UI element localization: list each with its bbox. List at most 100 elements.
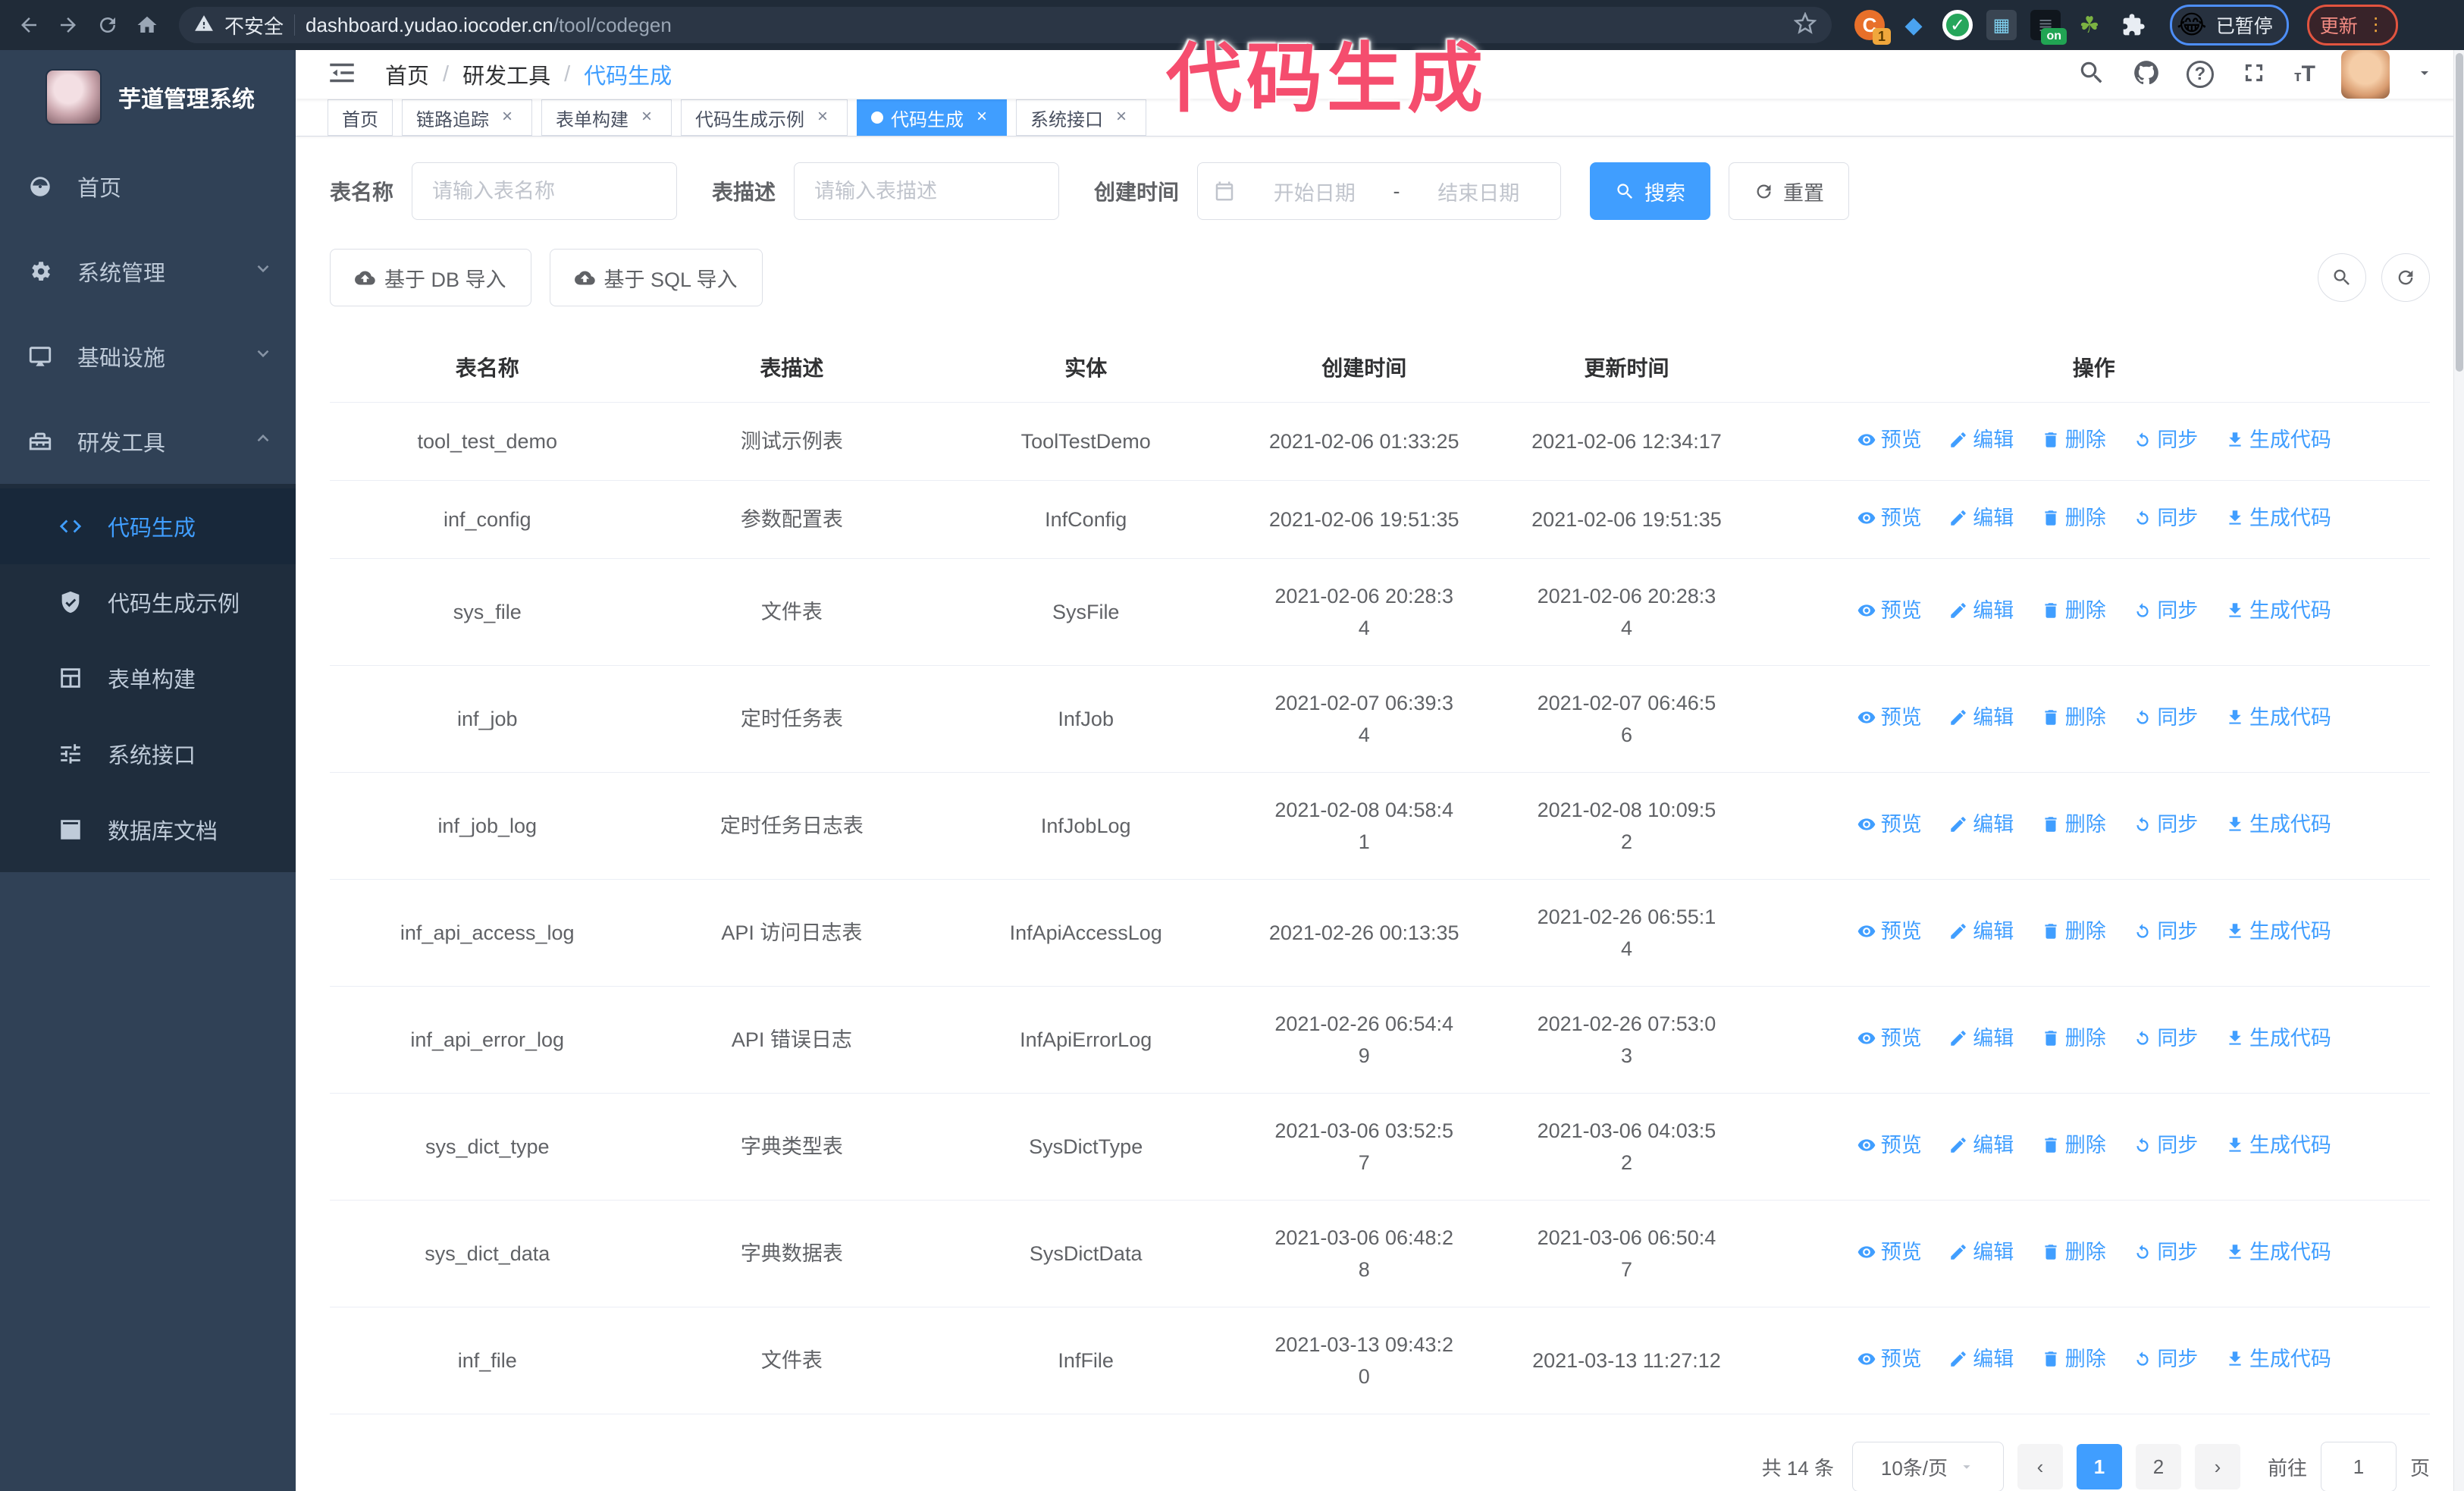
edit-link[interactable]: 编辑 (1948, 595, 2014, 626)
address-bar[interactable]: 不安全 dashboard.yudao.iocoder.cn/tool/code… (179, 7, 1832, 43)
tab-codegen[interactable]: 代码生成 × (857, 99, 1007, 136)
sidebar-item-form-builder[interactable]: 表单构建 (0, 640, 296, 716)
sidebar-item-db-doc[interactable]: 数据库文档 (0, 792, 296, 868)
delete-link[interactable]: 删除 (2041, 702, 2106, 733)
delete-link[interactable]: 删除 (2041, 915, 2106, 947)
preview-link[interactable]: 预览 (1857, 1236, 1922, 1268)
preview-link[interactable]: 预览 (1857, 1022, 1922, 1054)
delete-link[interactable]: 删除 (2041, 1129, 2106, 1161)
sync-link[interactable]: 同步 (2133, 915, 2198, 947)
sync-link[interactable]: 同步 (2133, 1129, 2198, 1161)
browser-profile-chip[interactable]: 😂 已暂停 (2170, 5, 2289, 46)
sidebar-item-system[interactable]: 系统管理 (0, 229, 296, 314)
scrollbar-thumb[interactable] (2456, 53, 2463, 372)
edit-link[interactable]: 编辑 (1948, 1343, 2014, 1375)
close-icon[interactable]: × (636, 107, 657, 128)
delete-link[interactable]: 删除 (2041, 1022, 2106, 1054)
generate-code-link[interactable]: 生成代码 (2225, 1236, 2331, 1268)
tab-codegen-example[interactable]: 代码生成示例 × (681, 99, 848, 136)
sidebar-item-infra[interactable]: 基础设施 (0, 314, 296, 399)
edit-link[interactable]: 编辑 (1948, 502, 2014, 534)
preview-link[interactable]: 预览 (1857, 808, 1922, 840)
close-icon[interactable]: × (1111, 107, 1132, 128)
sync-link[interactable]: 同步 (2133, 1236, 2198, 1268)
date-range-picker[interactable]: 开始日期 - 结束日期 (1197, 162, 1562, 220)
sidebar-item-codegen[interactable]: 代码生成 (0, 488, 296, 564)
extension-plant-icon[interactable]: ☘ (2074, 10, 2105, 40)
caret-down-icon[interactable] (2415, 64, 2434, 86)
generate-code-link[interactable]: 生成代码 (2225, 502, 2331, 534)
close-icon[interactable]: × (497, 107, 518, 128)
sync-link[interactable]: 同步 (2133, 702, 2198, 733)
browser-home-icon[interactable] (130, 8, 164, 42)
sidebar-item-system-api[interactable]: 系统接口 (0, 716, 296, 792)
close-icon[interactable]: × (971, 107, 992, 128)
delete-link[interactable]: 删除 (2041, 808, 2106, 840)
generate-code-link[interactable]: 生成代码 (2225, 808, 2331, 840)
preview-link[interactable]: 预览 (1857, 915, 1922, 947)
extension-gem-icon[interactable]: ◆ (1898, 10, 1929, 40)
sidebar-item-codegen-example[interactable]: 代码生成示例 (0, 564, 296, 640)
generate-code-link[interactable]: 生成代码 (2225, 915, 2331, 947)
sidebar-collapse-icon[interactable] (326, 57, 358, 93)
next-page-button[interactable]: › (2194, 1444, 2240, 1489)
tab-home[interactable]: 首页 (328, 99, 393, 136)
sidebar-item-home[interactable]: 首页 (0, 144, 296, 229)
import-db-button[interactable]: 基于 DB 导入 (330, 249, 531, 306)
table-name-input[interactable] (412, 162, 678, 220)
search-icon[interactable] (2077, 58, 2106, 91)
preview-link[interactable]: 预览 (1857, 1343, 1922, 1375)
breadcrumb-home[interactable]: 首页 (385, 58, 429, 90)
extension-c-icon[interactable]: C1 (1854, 10, 1891, 45)
sync-link[interactable]: 同步 (2133, 502, 2198, 534)
refresh-table-button[interactable] (2381, 253, 2430, 302)
reset-button[interactable]: 重置 (1729, 162, 1850, 220)
generate-code-link[interactable]: 生成代码 (2225, 1022, 2331, 1054)
table-desc-input[interactable] (794, 162, 1060, 220)
extension-grid-icon[interactable]: ▦ (1986, 10, 2017, 40)
preview-link[interactable]: 预览 (1857, 424, 1922, 456)
preview-link[interactable]: 预览 (1857, 1129, 1922, 1161)
prev-page-button[interactable]: ‹ (2017, 1444, 2063, 1489)
delete-link[interactable]: 删除 (2041, 1236, 2106, 1268)
user-avatar[interactable] (2341, 50, 2390, 99)
goto-page-input[interactable] (2320, 1442, 2397, 1491)
menu-dots-icon[interactable]: ⋮ (2367, 16, 2385, 34)
delete-link[interactable]: 删除 (2041, 502, 2106, 534)
preview-link[interactable]: 预览 (1857, 702, 1922, 733)
sync-link[interactable]: 同步 (2133, 1343, 2198, 1375)
page-url[interactable]: dashboard.yudao.iocoder.cn/tool/codegen (306, 14, 672, 37)
browser-reload-icon[interactable] (91, 8, 124, 42)
page-size-select[interactable]: 10条/页 (1851, 1442, 2004, 1491)
generate-code-link[interactable]: 生成代码 (2225, 595, 2331, 626)
page-button-1[interactable]: 1 (2076, 1444, 2122, 1489)
breadcrumb-devtools[interactable]: 研发工具 (462, 58, 550, 90)
edit-link[interactable]: 编辑 (1948, 1022, 2014, 1054)
sync-link[interactable]: 同步 (2133, 1022, 2198, 1054)
edit-link[interactable]: 编辑 (1948, 808, 2014, 840)
tab-form-builder[interactable]: 表单构建 × (541, 99, 672, 136)
generate-code-link[interactable]: 生成代码 (2225, 424, 2331, 456)
toggle-search-button[interactable] (2318, 253, 2366, 302)
delete-link[interactable]: 删除 (2041, 1343, 2106, 1375)
browser-back-icon[interactable] (12, 8, 45, 42)
preview-link[interactable]: 预览 (1857, 595, 1922, 626)
browser-update-button[interactable]: 更新 ⋮ (2306, 5, 2398, 46)
generate-code-link[interactable]: 生成代码 (2225, 1129, 2331, 1161)
page-button-2[interactable]: 2 (2135, 1444, 2181, 1489)
edit-link[interactable]: 编辑 (1948, 915, 2014, 947)
delete-link[interactable]: 删除 (2041, 424, 2106, 456)
generate-code-link[interactable]: 生成代码 (2225, 1343, 2331, 1375)
edit-link[interactable]: 编辑 (1948, 1129, 2014, 1161)
delete-link[interactable]: 删除 (2041, 595, 2106, 626)
edit-link[interactable]: 编辑 (1948, 702, 2014, 733)
sync-link[interactable]: 同步 (2133, 595, 2198, 626)
close-icon[interactable]: × (812, 107, 833, 128)
edit-link[interactable]: 编辑 (1948, 1236, 2014, 1268)
sync-link[interactable]: 同步 (2133, 424, 2198, 456)
browser-forward-icon[interactable] (52, 8, 85, 42)
tab-system-api[interactable]: 系统接口 × (1016, 99, 1146, 136)
fullscreen-icon[interactable] (2240, 58, 2268, 91)
search-button[interactable]: 搜索 (1590, 162, 1711, 220)
sidebar-item-devtools[interactable]: 研发工具 (0, 399, 296, 484)
